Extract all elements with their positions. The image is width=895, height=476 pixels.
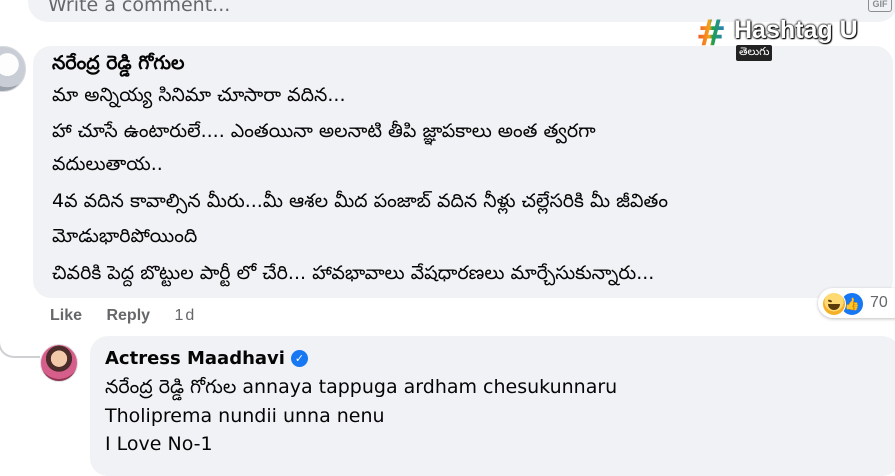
comment-author[interactable]: నరేంద్ర రెడ్డి గోగుల (52, 52, 184, 79)
gif-icon[interactable]: GIF (868, 0, 892, 12)
reply-button[interactable]: Reply (106, 307, 150, 324)
reply-text-line: I Love No-1 (105, 433, 213, 455)
reply-author[interactable]: Actress Maadhavi (105, 348, 285, 369)
hashtag-u-logo: # Hashtag U తెలుగు (696, 13, 886, 61)
comment-text-line: మా అన్నియ్య సినిమా చూసారా వదిన... (52, 84, 346, 106)
comment-input-placeholder[interactable]: Write a comment... (48, 0, 230, 16)
comment-text-line: చివరికి పెద్ద బొట్టుల పార్టీ లో చేరి... … (52, 262, 655, 284)
comment-text-line: మోడుభారిపోయింది (52, 225, 198, 247)
comment-text-line: 4వ వదిన కావాల్సిన మీరు...మీ ఆశల మీద పంజా… (52, 190, 668, 212)
comment-actions: Like Reply 1d (50, 307, 216, 325)
reply-text-line: Tholiprema nundii unna nenu (105, 405, 385, 427)
reply-avatar[interactable] (40, 344, 78, 382)
avatar[interactable] (0, 46, 26, 92)
hashtag-icon: # (696, 13, 727, 54)
timestamp[interactable]: 1d (175, 307, 197, 324)
like-button[interactable]: Like (50, 307, 82, 324)
logo-sub-text: తెలుగు (736, 45, 773, 61)
haha-reaction-icon (822, 292, 846, 316)
verified-badge-icon: ✓ (290, 350, 308, 367)
comment-text-line: వదులుతాయ.. (52, 153, 163, 175)
reply-text-line: నరేంద్ర రెడ్డి గోగుల annaya tappuga ardh… (105, 376, 618, 398)
thread-connector (0, 300, 40, 358)
reply-author-row: Actress Maadhavi ✓ (105, 348, 308, 369)
comment-text-line: హా చూసే ఉంటారులే.... ఎంతయినా అలనాటి తీపి… (52, 120, 596, 142)
logo-brand-text: Hashtag U (734, 16, 858, 44)
reaction-count[interactable]: 70 (870, 294, 888, 312)
